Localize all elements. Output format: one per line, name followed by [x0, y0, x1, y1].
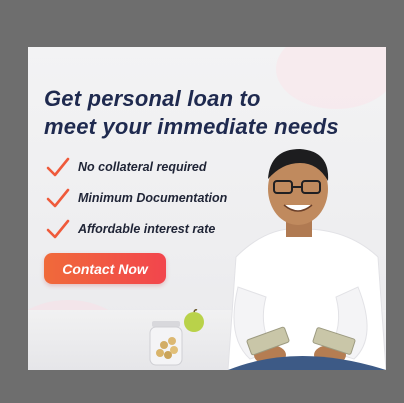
feature-text: No collateral required: [78, 159, 207, 174]
headline-line-1: Get personal loan to: [44, 86, 261, 111]
coin-jar-illustration: [149, 321, 183, 366]
outer-frame: Get personal loan to meet your immediate…: [0, 0, 404, 403]
loan-ad-banner[interactable]: Get personal loan to meet your immediate…: [28, 47, 386, 370]
feature-text: Affordable interest rate: [78, 221, 216, 236]
feature-item: Affordable interest rate: [46, 213, 227, 244]
check-icon: [46, 219, 70, 238]
check-icon: [46, 188, 70, 207]
feature-text: Minimum Documentation: [78, 190, 228, 205]
smiling-man-illustration: [227, 149, 386, 370]
contact-now-button[interactable]: Contact Now: [44, 253, 166, 284]
check-icon: [46, 157, 70, 176]
feature-item: No collateral required: [46, 151, 227, 182]
feature-item: Minimum Documentation: [46, 182, 227, 213]
feature-list: No collateral required Minimum Documenta…: [46, 151, 227, 244]
ad-headline: Get personal loan to meet your immediate…: [44, 85, 374, 141]
